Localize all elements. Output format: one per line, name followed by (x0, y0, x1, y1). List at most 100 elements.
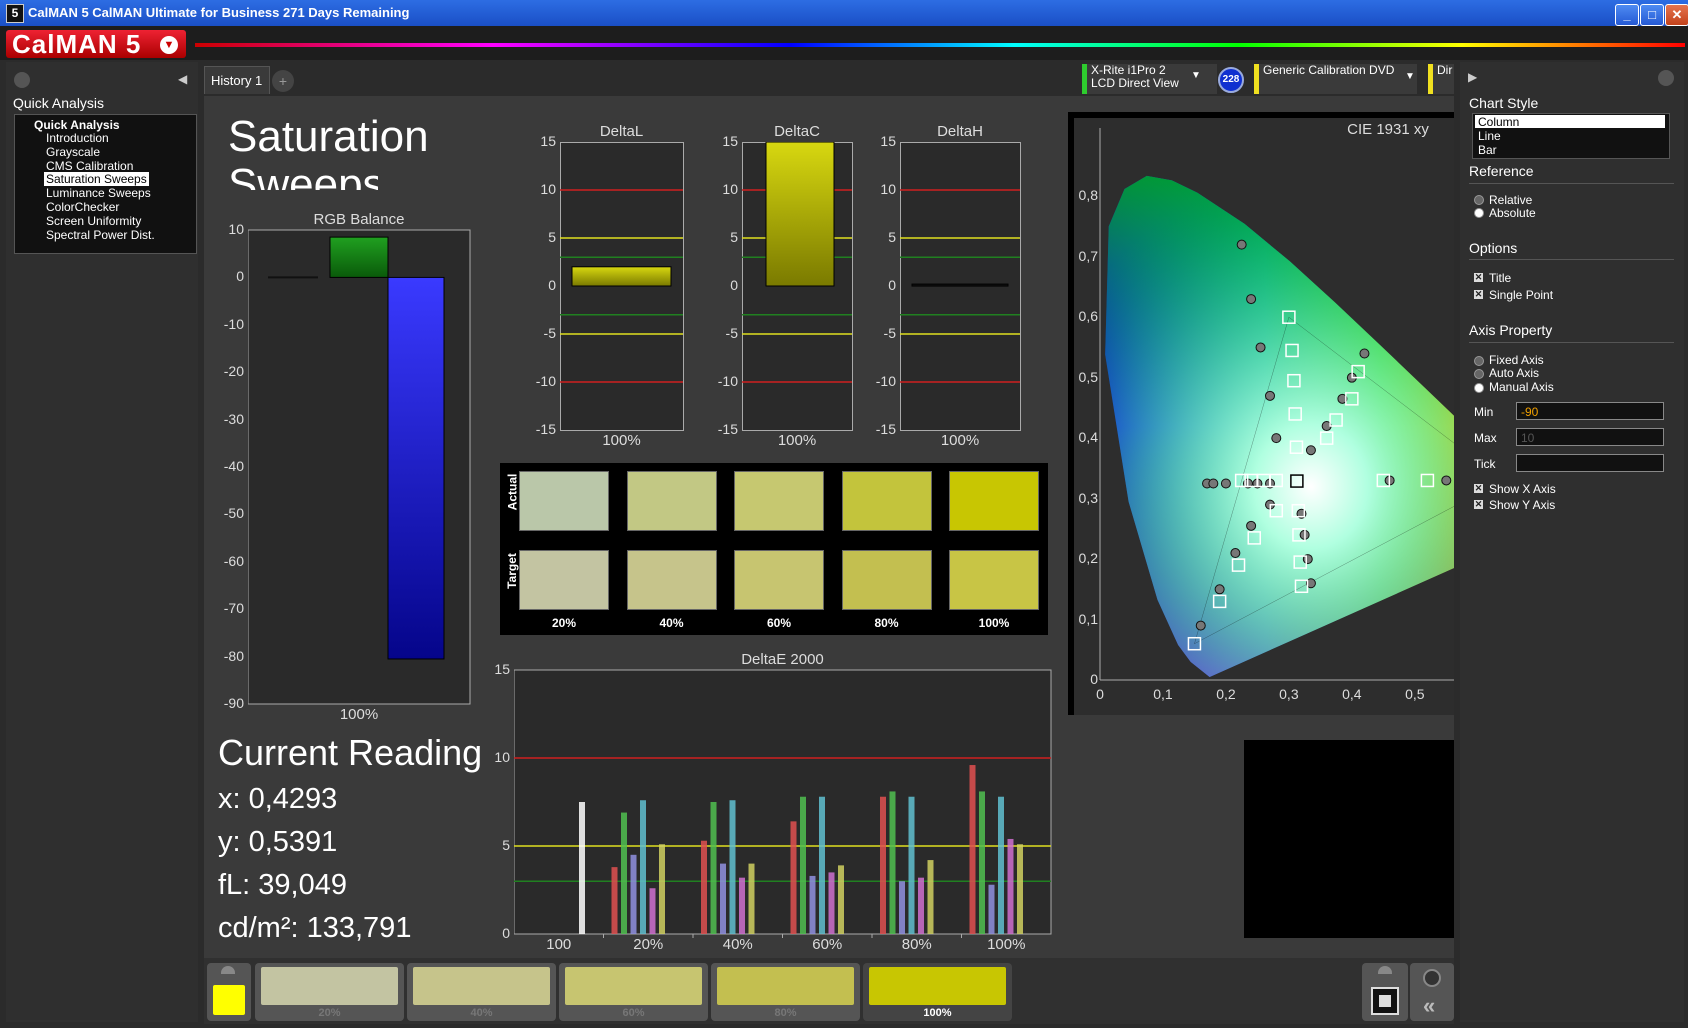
deltae-bar (979, 791, 985, 934)
expand-right-icon[interactable]: ▶ (1468, 70, 1477, 84)
axis-property-title: Axis Property (1469, 322, 1553, 338)
fixed-axis-radio[interactable] (1474, 356, 1484, 366)
nav-item[interactable]: Introduction (46, 131, 109, 145)
swatch-label: 40% (659, 616, 684, 630)
pin-icon[interactable] (1658, 70, 1674, 86)
options-title: Options (1469, 240, 1518, 256)
deltae-bar (729, 800, 736, 934)
pattern-button[interactable]: 60% (559, 963, 708, 1021)
delta-tick-label: -15 (875, 421, 896, 437)
deltae-bar (659, 844, 665, 934)
reading-y: y: 0,5391 (218, 826, 338, 858)
nav-item[interactable]: Grayscale (46, 145, 100, 159)
back-icon[interactable]: « (1423, 993, 1435, 1019)
title-checkbox[interactable]: ✕ (1474, 273, 1483, 282)
pattern-button[interactable]: 100% (863, 963, 1012, 1021)
left-panel-title: Quick Analysis (13, 95, 105, 111)
pattern-button[interactable]: 80% (711, 963, 860, 1021)
delta-tick-label: 15 (540, 133, 556, 149)
divider (1469, 183, 1674, 184)
chevron-down-icon[interactable]: ▼ (160, 36, 178, 54)
display-device[interactable]: Dir (1428, 64, 1454, 94)
cie-x-tick: 0,3 (1279, 686, 1299, 702)
nav-item[interactable]: ColorChecker (46, 200, 119, 214)
current-pattern-button[interactable] (207, 963, 251, 1021)
delta-chart (900, 142, 1021, 431)
rgb-tick-label: -10 (223, 315, 244, 332)
stop-button[interactable] (1362, 963, 1408, 1021)
page-title-second: Sweeps (228, 160, 378, 190)
window-titlebar: 5 CalMAN 5 CalMAN Ultimate for Business … (0, 0, 1688, 26)
navigation-button[interactable]: « (1410, 963, 1454, 1021)
actual-swatch (519, 471, 609, 531)
tree-root[interactable]: Quick Analysis (34, 118, 120, 132)
measured-point (1214, 584, 1225, 595)
pattern-button[interactable]: 40% (407, 963, 556, 1021)
title-option-label: Title (1489, 271, 1512, 285)
rgb-tick-label: -80 (223, 647, 244, 664)
measured-point (1246, 520, 1257, 531)
meter-device[interactable]: X-Rite i1Pro 2 LCD Direct View ▼ (1082, 64, 1217, 94)
add-tab-button[interactable]: + (272, 70, 294, 92)
green-bar (329, 236, 389, 278)
nav-item[interactable]: Luminance Sweeps (46, 186, 151, 200)
chart-style-bar[interactable]: Bar (1478, 143, 1497, 157)
show-x-axis-checkbox[interactable]: ✕ (1474, 484, 1483, 493)
measured-point (1208, 478, 1219, 489)
rgb-tick-label: -70 (223, 600, 244, 617)
manual-axis-label: Manual Axis (1489, 380, 1554, 394)
rgb-tick-label: -30 (223, 410, 244, 427)
chart-style-line[interactable]: Line (1478, 129, 1501, 143)
deltae-bar (630, 854, 637, 934)
eject-icon (221, 966, 235, 974)
absolute-radio[interactable] (1474, 208, 1484, 218)
delta-tick-label: -15 (535, 421, 556, 437)
pattern-label: 100% (923, 1007, 952, 1019)
nav-item[interactable]: CMS Calibration (46, 159, 133, 173)
pin-icon[interactable] (14, 72, 30, 88)
auto-axis-radio[interactable] (1474, 369, 1484, 379)
show-y-axis-checkbox[interactable]: ✕ (1474, 500, 1483, 509)
cie-y-tick: 0,2 (1078, 550, 1098, 567)
tab-history-1[interactable]: History 1 (204, 66, 270, 94)
single-point-checkbox[interactable]: ✕ (1474, 290, 1483, 299)
target-swatch (626, 550, 717, 610)
measured-point (1305, 445, 1316, 456)
tick-label: Tick (1474, 457, 1496, 471)
delta-xlabel: 100% (602, 432, 641, 449)
min-input[interactable]: -90 (1516, 402, 1664, 420)
source-device[interactable]: Generic Calibration DVD ▼ (1254, 64, 1417, 94)
close-button[interactable]: ✕ (1665, 4, 1688, 26)
nav-item[interactable]: Saturation Sweeps (44, 172, 149, 187)
delta-tick-label: 5 (888, 229, 896, 245)
meter-badge[interactable]: 228 (1218, 67, 1244, 93)
calman-logo-button[interactable]: CalMAN 5 (6, 30, 186, 58)
minimize-button[interactable]: _ (1615, 4, 1639, 26)
manual-axis-radio[interactable] (1474, 383, 1484, 393)
chevron-down-icon[interactable]: ▼ (1405, 71, 1415, 82)
deltae-bar (1007, 838, 1014, 934)
page-title: Saturation (228, 112, 429, 161)
maximize-button[interactable]: □ (1640, 4, 1664, 26)
relative-radio[interactable] (1474, 195, 1484, 205)
pattern-button[interactable]: 20% (255, 963, 404, 1021)
rgb-tick-label: 10 (228, 221, 244, 237)
tick-input[interactable] (1516, 454, 1664, 472)
cie-x-tick: 0,1 (1153, 686, 1173, 702)
chart-style-column[interactable]: Column (1478, 115, 1519, 129)
target-swatch (519, 550, 609, 610)
pattern-swatch (413, 967, 550, 1005)
pattern-label: 60% (622, 1007, 645, 1019)
nav-item[interactable]: Spectral Power Dist. (46, 228, 155, 242)
deltae-bar (819, 796, 825, 934)
measured-point (1255, 342, 1266, 353)
nav-item[interactable]: Screen Uniformity (46, 214, 141, 228)
stop-icon (1371, 987, 1399, 1015)
chevron-down-icon[interactable]: ▼ (1191, 70, 1201, 81)
collapse-left-icon[interactable]: ◀ (178, 72, 187, 86)
delta-title: DeltaC (774, 123, 820, 140)
rgb-tick-label: -60 (223, 552, 244, 569)
cie-y-tick: 0,6 (1078, 308, 1098, 325)
cie-y-tick: 0,8 (1078, 187, 1098, 204)
max-input[interactable]: 10 (1516, 428, 1664, 446)
